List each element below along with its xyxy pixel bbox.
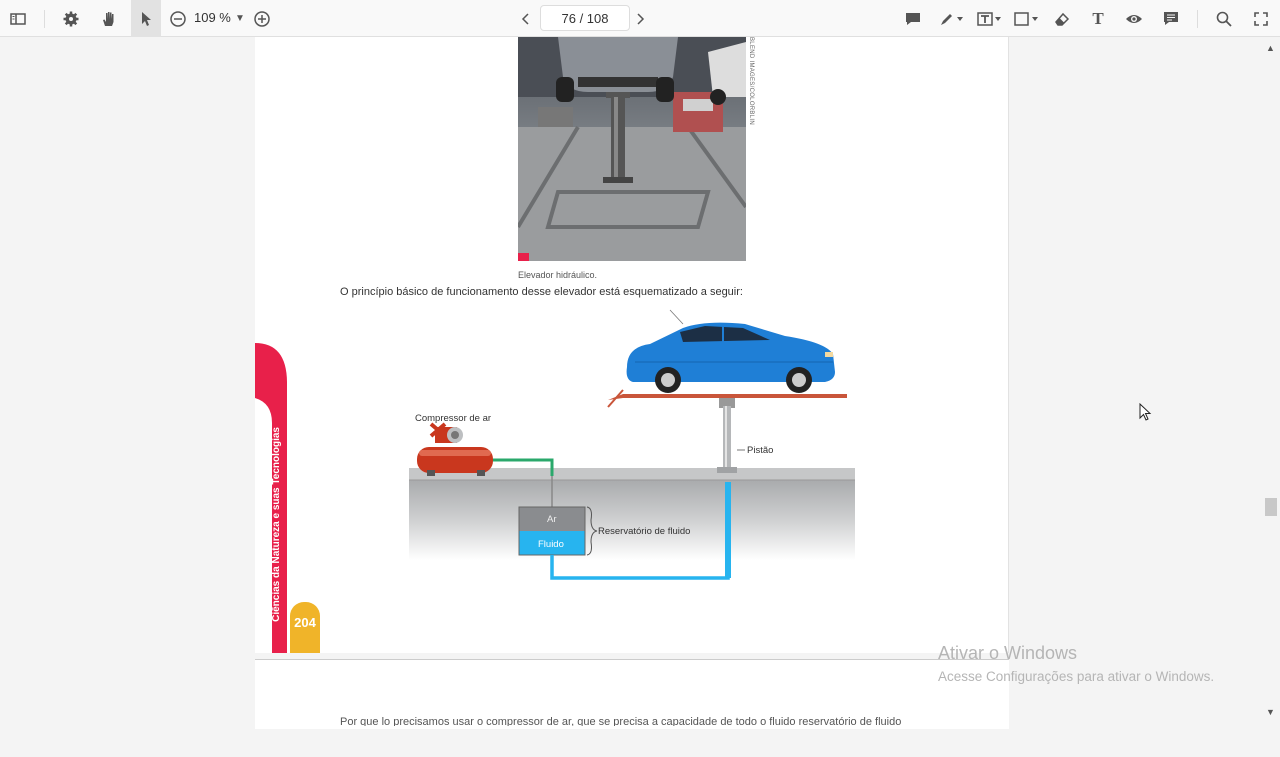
comments-panel-icon[interactable] [1158,6,1184,32]
select-pointer-icon[interactable] [131,0,161,37]
scroll-up-arrow-icon[interactable]: ▲ [1266,43,1275,53]
hydraulic-lift-diagram: Compressor de ar Pistão Ar Fluido Reserv… [405,302,865,602]
zoom-level[interactable]: 109 % [194,10,231,25]
photo-accent-marker [518,253,529,261]
zoom-in-icon[interactable] [249,6,275,32]
toolbar-divider [1197,10,1198,28]
hydraulic-lift-photo [518,37,746,261]
mouse-cursor-icon [1139,403,1152,421]
settings-gear-icon[interactable] [58,6,84,32]
intro-paragraph: O princípio básico de funcionamento dess… [340,286,743,298]
pen-draw-icon[interactable] [936,6,966,32]
zoom-out-icon[interactable] [165,6,191,32]
text-box-icon[interactable] [974,6,1004,32]
pdf-page-next: Por que lo precisamos usar o compressor … [255,659,1009,729]
page-number-badge: 204 [290,602,320,653]
text-tool-icon[interactable]: T [1085,6,1111,32]
toolbar-divider [44,10,45,28]
vertical-scrollbar[interactable] [1263,74,1280,757]
compressor-label: Compressor de ar [415,413,492,424]
windows-activation-title: Ativar o Windows [938,643,1078,663]
air-label: Ar [547,514,557,525]
reservoir-label: Reservatório de fluido [598,526,691,537]
previous-page-icon[interactable] [513,6,539,32]
photo-credit: BLEND IMAGES/COLORBLIN [748,37,754,125]
shape-rectangle-icon[interactable] [1011,6,1041,32]
scrollbar-thumb[interactable] [1265,498,1277,516]
next-page-text: Por que lo precisamos usar o compressor … [340,716,902,726]
windows-activation-subtitle: Acesse Configurações para ativar o Windo… [938,669,1215,684]
comment-icon[interactable] [900,6,926,32]
eye-view-icon[interactable] [1121,6,1147,32]
fluid-label: Fluido [538,539,564,550]
document-viewer[interactable]: BLEND IMAGES/COLORBLIN Elevador hidráuli… [0,37,1280,729]
page-number-input[interactable]: 76 / 108 [540,5,630,31]
hand-tool-icon[interactable] [96,6,122,32]
search-icon[interactable] [1211,6,1237,32]
photo-caption: Elevador hidráulico. [518,270,598,280]
eraser-icon[interactable] [1049,6,1075,32]
scroll-down-arrow-icon[interactable]: ▼ [1266,707,1275,717]
next-page-icon[interactable] [627,6,653,32]
side-section-label: Ciências da Natureza e suas Tecnologias [271,427,282,622]
sidebar-toggle-icon[interactable] [5,6,31,32]
fullscreen-icon[interactable] [1248,6,1274,32]
pdf-page: BLEND IMAGES/COLORBLIN Elevador hidráuli… [255,37,1009,653]
pdf-toolbar: 109 % ▼ 76 / 108 T [0,0,1280,37]
piston-label: Pistão [747,445,774,456]
